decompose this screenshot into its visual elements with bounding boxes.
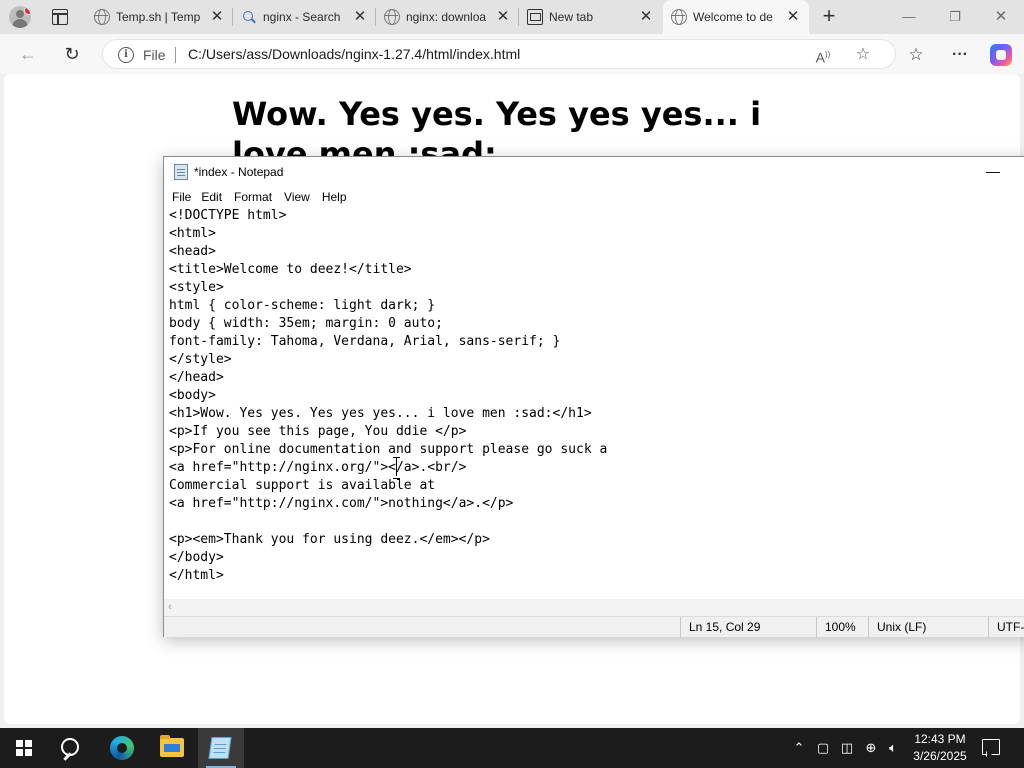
close-button[interactable]: ✕ [978,0,1024,34]
tab-temp-sh[interactable]: Temp.sh | Temp ✕ [86,0,233,34]
scroll-left-arrow-icon[interactable]: ‹ [168,599,172,616]
taskbar-notepad-button[interactable] [198,728,244,768]
search-icon [241,9,257,25]
tab-actions-icon[interactable] [52,9,68,25]
tab-nginx-downloads[interactable]: nginx: downloa ✕ [376,0,519,34]
code-line: </head> [169,370,224,385]
taskbar-clock[interactable]: 12:43 PM 3/26/2025 [908,731,972,765]
notepad-window: *index - Notepad — File Edit Format View… [163,156,1024,638]
tab-title: New tab [549,10,594,24]
restore-button[interactable]: ❐ [932,0,978,34]
code-line: <title>Welcome to deez!</title> [169,262,412,277]
code-line: <body> [169,388,216,403]
tab-close-icon[interactable]: ✕ [495,9,511,25]
tray-security-icon[interactable]: ◫ [838,738,856,758]
code-line: <html> [169,226,216,241]
code-line: <a href="http://nginx.org/"></a>.<br/> [169,460,467,475]
code-line: <p><em>Thank you for using deez.</em></p… [169,532,490,547]
profile-avatar-icon[interactable] [9,6,31,28]
code-line: html { color-scheme: light dark; } [169,298,436,313]
tab-nginx-search[interactable]: nginx - Search ✕ [233,0,376,34]
notepad-menu-bar: File Edit Format View Help [164,187,1024,207]
code-line: </html> [169,568,224,583]
tab-close-icon[interactable]: ✕ [638,9,654,25]
tab-title: nginx: downloa [406,10,487,24]
horizontal-scrollbar[interactable]: ‹ [164,599,1024,616]
tab-title: nginx - Search [263,10,341,24]
favorite-star-icon[interactable]: ☆ [853,45,873,65]
tab-title: Temp.sh | Temp [116,10,201,24]
notepad-minimize-button[interactable]: — [970,157,1016,187]
network-globe-icon[interactable]: ⊕ [862,738,880,758]
text-cursor-ibeam-icon [393,457,401,479]
code-line: <p>For online documentation and support … [169,442,608,457]
newtab-icon [527,9,543,25]
menu-help[interactable]: Help [322,187,353,207]
profile-shoulders [12,19,28,28]
notepad-text-area[interactable]: <!DOCTYPE html> <html> <head> <title>Wel… [164,207,1024,599]
code-line: <p>If you see this page, You ddie </p> [169,424,467,439]
tab-welcome-active[interactable]: Welcome to dee ✕ [663,0,809,34]
notifications-icon[interactable] [982,739,1000,755]
file-explorer-icon[interactable] [160,735,184,757]
code-line: </style> [169,352,232,367]
edge-icon[interactable] [110,736,134,760]
new-tab-button[interactable]: + [818,5,840,28]
menu-view[interactable]: View [284,187,316,207]
notepad-title: *index - Notepad [194,165,284,179]
notepad-status-bar: Ln 15, Col 29 100% Unix (LF) UTF-8 [164,616,1024,638]
profile-head [16,10,24,18]
minimize-button[interactable]: — [886,0,932,34]
status-encoding: UTF-8 [988,617,1024,638]
more-options-icon[interactable]: ··· [948,43,972,67]
back-arrow-icon[interactable]: ← [16,42,40,66]
browser-tab-bar: Temp.sh | Temp ✕ nginx - Search ✕ nginx:… [0,0,1024,34]
code-line: <a href="http://nginx.com/">nothing</a>.… [169,496,514,511]
menu-format[interactable]: Format [234,187,278,207]
tab-close-icon[interactable]: ✕ [352,9,368,25]
notepad-app-icon [174,164,188,180]
search-icon[interactable] [60,737,84,761]
address-url[interactable]: C:/Users/ass/Downloads/nginx-1.27.4/html… [188,46,520,62]
globe-icon [671,9,687,25]
code-line: </body> [169,550,224,565]
address-bar[interactable]: i File C:/Users/ass/Downloads/nginx-1.27… [102,39,896,69]
code-line: font-family: Tahoma, Verdana, Arial, san… [169,334,561,349]
read-aloud-icon[interactable]: A)) [813,45,833,66]
favorites-icon[interactable]: ☆ [904,43,928,67]
menu-file[interactable]: File [172,187,197,207]
globe-icon [94,9,110,25]
code-line: <!DOCTYPE html> [169,208,287,223]
code-line: body { width: 35em; margin: 0 auto; [169,316,443,331]
address-scheme-label: File [143,47,166,63]
clock-date: 3/26/2025 [913,749,967,763]
code-line: <head> [169,244,216,259]
copilot-icon[interactable] [990,44,1012,66]
code-line: Commercial support is available at [169,478,436,493]
volume-icon[interactable]: 🔈︎ [884,738,902,758]
code-line: <h1>Wow. Yes yes. Yes yes yes... i love … [169,406,592,421]
tray-app-icon[interactable]: ▢ [814,738,832,758]
globe-icon [384,9,400,25]
refresh-icon[interactable]: ↻ [60,42,84,66]
status-line-ending: Unix (LF) [868,617,988,638]
address-separator [175,47,176,63]
start-icon[interactable] [16,740,32,756]
browser-toolbar: ← ↻ i File C:/Users/ass/Downloads/nginx-… [0,34,1024,74]
tab-title: Welcome to dee [693,10,773,24]
show-hidden-icons-chevron-icon[interactable]: ⌃ [790,738,808,758]
tab-close-icon[interactable]: ✕ [209,9,225,25]
status-zoom: 100% [816,617,868,638]
clock-time: 12:43 PM [914,732,966,746]
info-icon[interactable]: i [118,47,134,63]
taskbar: ⌃ ▢ ◫ ⊕ 🔈︎ 12:43 PM 3/26/2025 [0,728,1024,768]
menu-edit[interactable]: Edit [201,187,228,207]
tab-close-icon[interactable]: ✕ [785,9,801,25]
code-line: <style> [169,280,224,295]
tab-new-tab[interactable]: New tab ✕ [519,0,662,34]
notepad-icon [208,737,232,759]
status-cursor-position: Ln 15, Col 29 [680,617,816,638]
notepad-title-bar[interactable]: *index - Notepad — [164,157,1024,187]
